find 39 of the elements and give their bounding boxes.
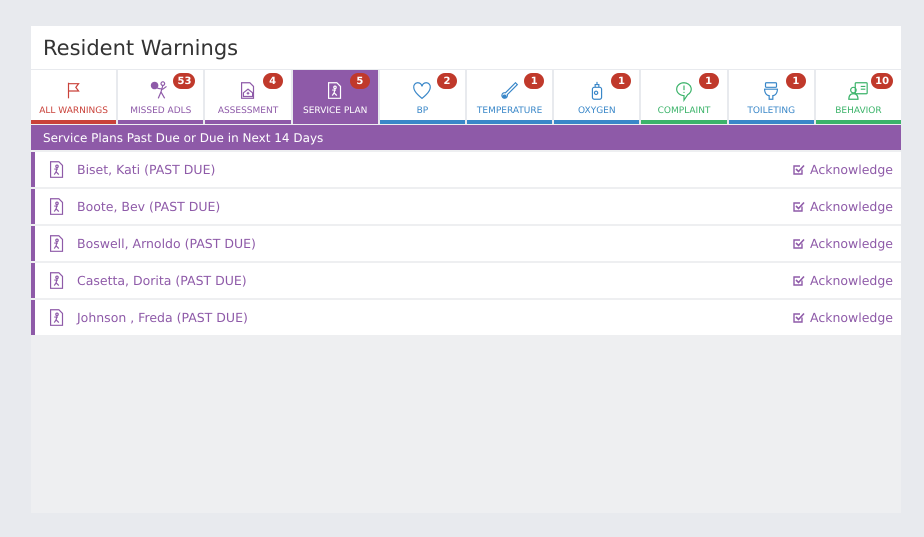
count-badge: 1 [786,73,806,89]
acknowledge-link[interactable]: Acknowledge [793,310,893,325]
warning-tab[interactable]: COMPLAINT 1 [641,70,727,124]
acknowledge-link[interactable]: Acknowledge [793,273,893,288]
warning-tab[interactable]: ASSESSMENT 4 [205,70,291,124]
page-title: Resident Warnings [43,36,238,60]
count-badge: 1 [524,73,544,89]
count-badge: 53 [173,73,196,89]
warning-tab[interactable]: BP 2 [380,70,466,124]
heart-icon [411,80,434,102]
warning-tab[interactable]: MISSED ADLS 53 [118,70,204,124]
warning-tab[interactable]: ALL WARNINGS [31,70,116,124]
acknowledge-link[interactable]: Acknowledge [793,236,893,251]
acknowledge-link[interactable]: Acknowledge [793,162,893,177]
count-badge: 2 [437,73,458,89]
profile-icon [847,80,870,102]
warning-tab[interactable]: TOILETING 1 [728,70,814,124]
warning-tab[interactable]: SERVICE PLAN 5 [292,70,378,124]
count-badge: 4 [262,73,283,89]
checkbox-icon [793,238,806,249]
checkbox-icon [793,312,806,323]
count-badge: 1 [611,73,632,89]
resident-name: Casetta, Dorita (PAST DUE) [77,273,248,288]
checkbox-icon [793,164,806,175]
count-badge: 1 [698,73,719,89]
resident-name: Biset, Kati (PAST DUE) [77,162,216,177]
checkbox-icon [793,201,806,212]
section-header: Service Plans Past Due or Due in Next 14 Days [31,125,901,150]
checkbox-icon [793,275,806,286]
count-badge: 5 [350,73,370,89]
acknowledge-link[interactable]: Acknowledge [793,199,893,214]
resident-name: Boote, Bev (PAST DUE) [77,199,222,214]
resident-name: Boswell, Arnoldo (PAST DUE) [77,236,257,251]
warning-tab[interactable]: TEMPERATURE 1 [467,70,552,124]
warning-tab[interactable]: OXYGEN 1 [554,70,640,124]
resident-name: Johnson , Freda (PAST DUE) [77,310,249,325]
count-badge: 10 [871,73,894,89]
warning-tab[interactable]: BEHAVIOR 10 [816,70,902,124]
thermometer-icon [498,80,521,102]
